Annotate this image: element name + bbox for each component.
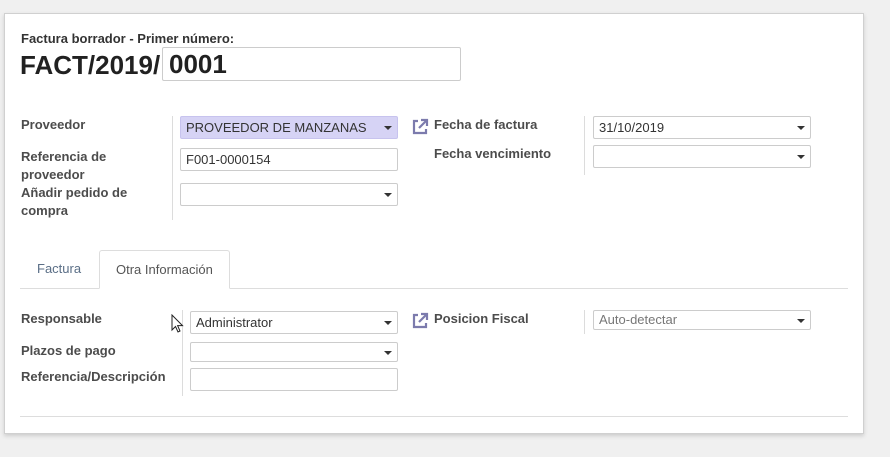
mouse-pointer-icon — [171, 314, 184, 333]
pedido-compra-select[interactable] — [180, 183, 398, 206]
caret-down-icon — [384, 126, 392, 130]
caret-down-icon — [797, 126, 805, 130]
tab-factura[interactable]: Factura — [21, 250, 97, 289]
caret-down-icon — [384, 193, 392, 197]
invoice-form-sheet: Factura borrador - Primer número: FACT/2… — [4, 13, 864, 434]
fecha-factura-label: Fecha de factura — [434, 117, 538, 132]
caret-down-icon — [797, 319, 805, 323]
proveedor-value: PROVEEDOR DE MANZANAS — [186, 120, 367, 135]
responsable-value: Administrator — [196, 315, 273, 330]
invoice-prefix: FACT/2019/ — [20, 50, 161, 80]
responsable-label: Responsable — [21, 311, 102, 326]
external-link-icon[interactable] — [410, 311, 430, 331]
form-bottom-divider — [20, 416, 848, 417]
responsable-select[interactable]: Administrator — [190, 311, 398, 334]
invoice-number-input[interactable]: 0001 — [162, 47, 461, 81]
left-group-divider — [172, 116, 173, 220]
posicion-fiscal-select[interactable]: Auto-detectar — [593, 310, 811, 330]
right-group-divider — [584, 116, 585, 175]
pedido-label-line1: Añadir pedido de — [21, 185, 128, 200]
caret-down-icon — [384, 321, 392, 325]
referencia-proveedor-input[interactable]: F001-0000154 — [180, 148, 398, 171]
pedido-label-line2: compra — [21, 203, 68, 218]
proveedor-label: Proveedor — [21, 117, 86, 132]
referencia-descripcion-input[interactable] — [190, 368, 398, 391]
form-subtitle: Factura borrador - Primer número: — [21, 31, 235, 46]
referencia-label-line1: Referencia de — [21, 149, 107, 164]
other-right-divider — [584, 310, 585, 334]
referencia-descripcion-label: Referencia/Descripción — [21, 369, 166, 384]
caret-down-icon — [384, 351, 392, 355]
proveedor-select[interactable]: PROVEEDOR DE MANZANAS — [180, 116, 398, 139]
plazos-pago-select[interactable] — [190, 342, 398, 362]
referencia-label-line2: proveedor — [21, 167, 85, 182]
posicion-fiscal-label: Posicion Fiscal — [434, 311, 529, 326]
external-link-icon[interactable] — [410, 117, 430, 137]
plazos-pago-label: Plazos de pago — [21, 343, 116, 358]
fecha-factura-select[interactable]: 31/10/2019 — [593, 116, 811, 139]
fecha-factura-value: 31/10/2019 — [599, 120, 665, 135]
fecha-vencimiento-label: Fecha vencimiento — [434, 146, 552, 161]
fecha-vencimiento-select[interactable] — [593, 145, 811, 168]
tab-otra-informacion[interactable]: Otra Información — [99, 250, 230, 289]
posicion-fiscal-value: Auto-detectar — [599, 312, 678, 327]
caret-down-icon — [797, 155, 805, 159]
